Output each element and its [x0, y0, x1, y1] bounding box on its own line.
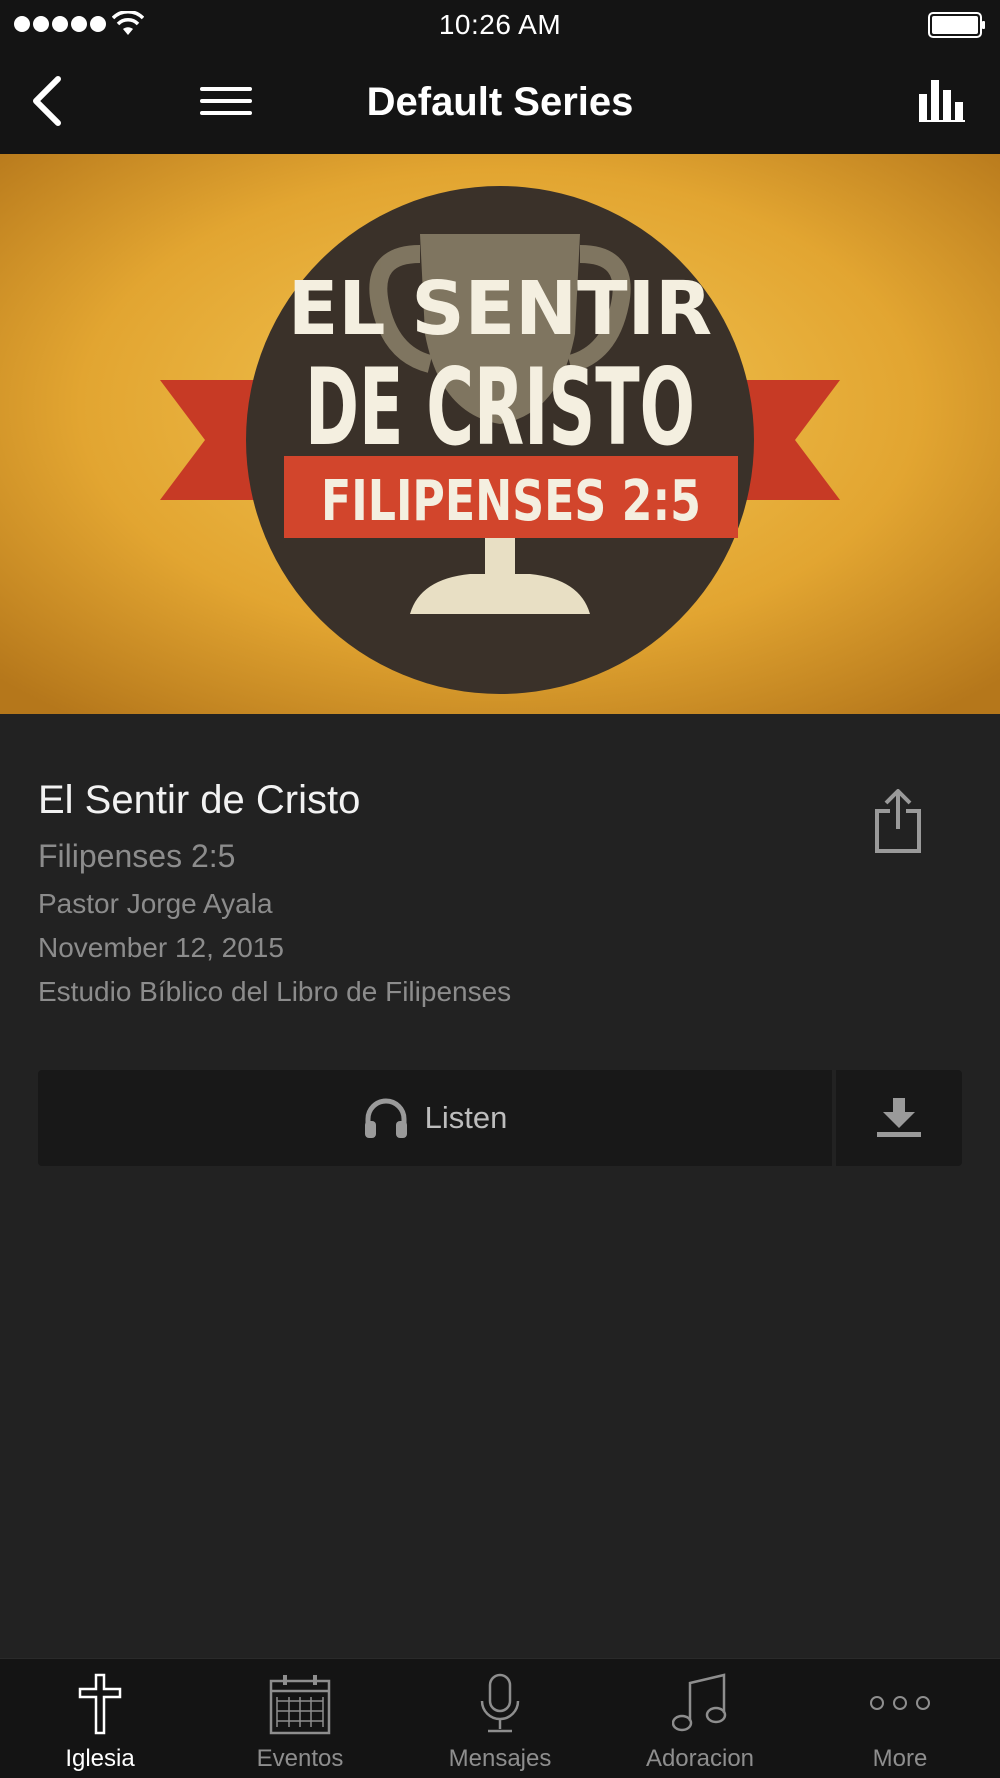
stats-button[interactable]: [914, 76, 970, 126]
bar-chart-icon: [919, 80, 965, 122]
tab-mensajes[interactable]: Mensajes: [400, 1659, 600, 1778]
sermon-date: November 12, 2015: [38, 932, 284, 963]
microphone-icon: [480, 1673, 520, 1733]
listen-label: Listen: [424, 1100, 508, 1135]
artwork-line2: DE CRISTO: [305, 346, 695, 469]
tab-label: More: [872, 1745, 928, 1772]
status-time: 10:26 AM: [438, 9, 562, 40]
download-icon: [877, 1098, 921, 1137]
cross-icon: [78, 1673, 122, 1735]
calendar-icon: [269, 1675, 331, 1735]
share-icon: [875, 789, 921, 853]
tab-eventos[interactable]: Eventos: [200, 1659, 400, 1778]
page-title: Default Series: [366, 80, 634, 124]
sermon-speaker: Pastor Jorge Ayala: [38, 888, 273, 919]
more-dots-icon: [870, 1696, 930, 1710]
tab-label: Eventos: [256, 1745, 344, 1772]
status-bar: 10:26 AM: [0, 0, 1000, 50]
tab-bar: Iglesia Eventos Mensajes Adoracion More: [0, 1658, 1000, 1778]
series-artwork: EL SENTIR DE CRISTO FILIPENSES 2:5: [0, 154, 1000, 714]
headphones-icon: [364, 1098, 407, 1138]
tab-label: Adoracion: [645, 1745, 755, 1772]
sermon-series: Estudio Bíblico del Libro de Filipenses: [38, 976, 512, 1007]
artwork-banner: FILIPENSES 2:5: [321, 469, 701, 534]
sermon-details: El Sentir de Cristo Filipenses 2:5 Pasto…: [38, 770, 818, 1014]
nav-bar: Default Series: [0, 50, 1000, 154]
music-note-icon: [672, 1673, 727, 1732]
download-button[interactable]: [836, 1070, 962, 1166]
tab-label: Mensajes: [448, 1745, 552, 1772]
sermon-passage: Filipenses 2:5: [38, 838, 236, 874]
tab-adoracion[interactable]: Adoracion: [600, 1659, 800, 1778]
series-artwork-graphic: EL SENTIR DE CRISTO FILIPENSES 2:5: [0, 154, 1000, 714]
sermon-title: El Sentir de Cristo: [38, 778, 361, 822]
share-button[interactable]: [868, 786, 928, 856]
tab-label: Iglesia: [65, 1745, 135, 1772]
artwork-line1: EL SENTIR: [288, 266, 712, 352]
battery-icon: [928, 12, 985, 38]
tab-more[interactable]: More: [800, 1659, 1000, 1778]
tab-iglesia[interactable]: Iglesia: [0, 1659, 200, 1778]
listen-button[interactable]: Listen: [38, 1070, 832, 1166]
